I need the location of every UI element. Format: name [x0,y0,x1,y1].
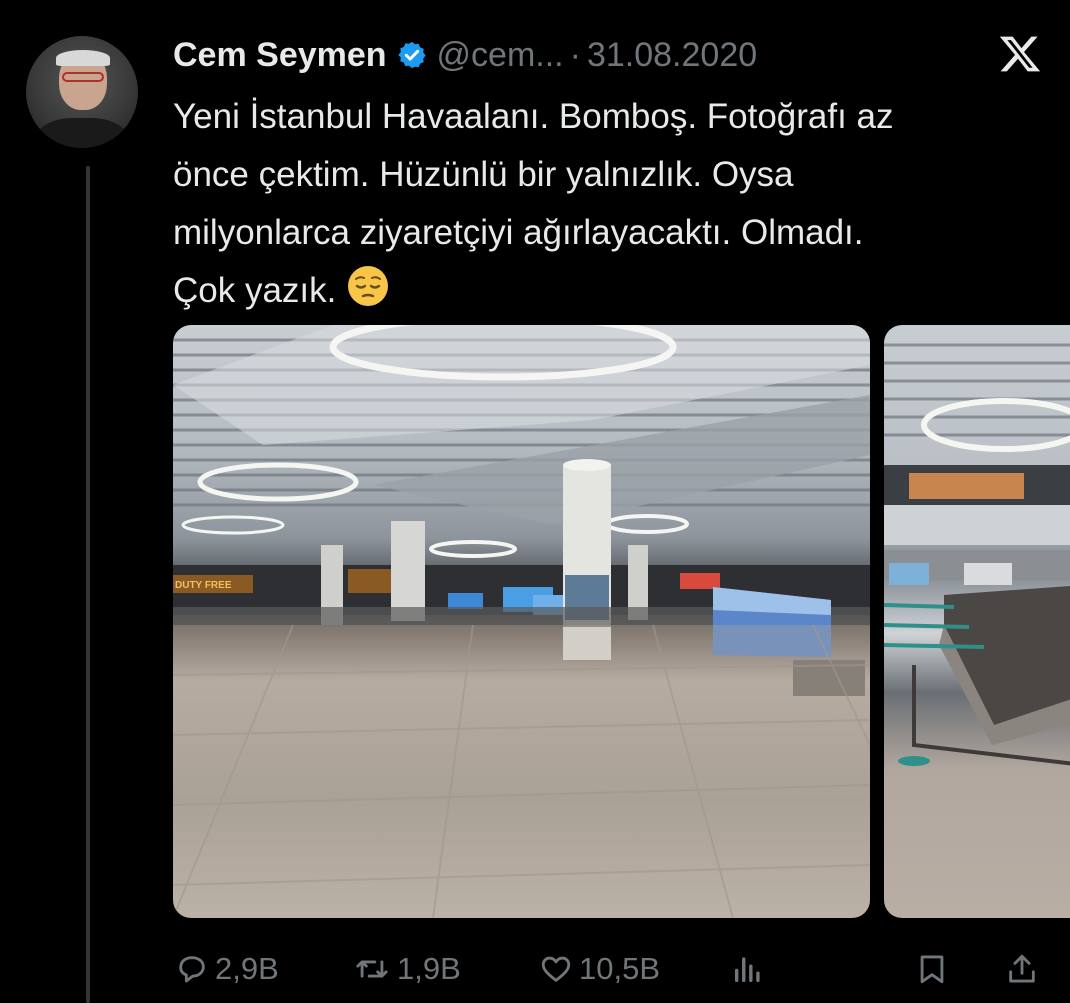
header-separator: · [569,35,581,74]
x-logo-icon[interactable] [997,32,1043,76]
author-handle[interactable]: @cem... [437,36,564,75]
tweet-line: milyonlarca ziyaretçiyi ağırlayacaktı. O… [173,213,864,252]
thread-line [86,166,90,1003]
tweet-text: Yeni İstanbul Havaalanı. Bomboş. Fotoğra… [173,88,1053,320]
duty-free-sign: DUTY FREE [175,580,232,591]
like-count: 10,5B [579,951,661,986]
bookmark-button[interactable] [915,944,955,994]
reply-count: 2,9B [215,951,279,986]
avatar-hair [56,50,110,66]
analytics-icon [734,957,760,983]
reply-button[interactable]: 2,9B [175,944,279,994]
avatar-body [34,118,130,148]
reply-icon [179,956,205,983]
bookmark-icon [920,955,944,984]
tweet-line-last: Çok yazık. [173,262,1053,320]
airport-hall-scene: DUTY FREE [173,325,870,918]
share-icon [1009,954,1035,983]
tweet-line: önce çektim. Hüzünlü bir yalnızlık. Oysa [173,155,794,194]
baggage-carousel-scene [884,343,1070,766]
retweet-button[interactable]: 1,9B [353,944,461,994]
tweet-date[interactable]: 31.08.2020 [587,36,757,75]
tweet-photo-baggage-carousel[interactable] [884,325,1070,918]
tweet-actions-bar: 2,9B 1,9B 10,5B [173,944,1053,994]
verified-badge-icon [397,41,426,69]
author-name[interactable]: Cem Seymen [173,36,387,75]
views-button[interactable] [731,944,771,994]
retweet-count: 1,9B [397,951,461,986]
tweet-line: Çok yazık. [173,271,337,310]
tweet-photo-airport-hall[interactable]: DUTY FREE [173,325,870,918]
avatar-glasses [62,72,104,82]
heart-icon [541,956,571,982]
like-button[interactable]: 10,5B [539,944,660,994]
author-avatar[interactable] [26,36,138,148]
tweet-line: Yeni İstanbul Havaalanı. Bomboş. Fotoğra… [173,97,894,136]
tweet-header: Cem Seymen @cem... · 31.08.2020 [173,30,757,80]
retweet-icon [356,960,388,978]
pensive-face-emoji-icon [348,266,389,306]
share-button[interactable] [1005,944,1045,994]
